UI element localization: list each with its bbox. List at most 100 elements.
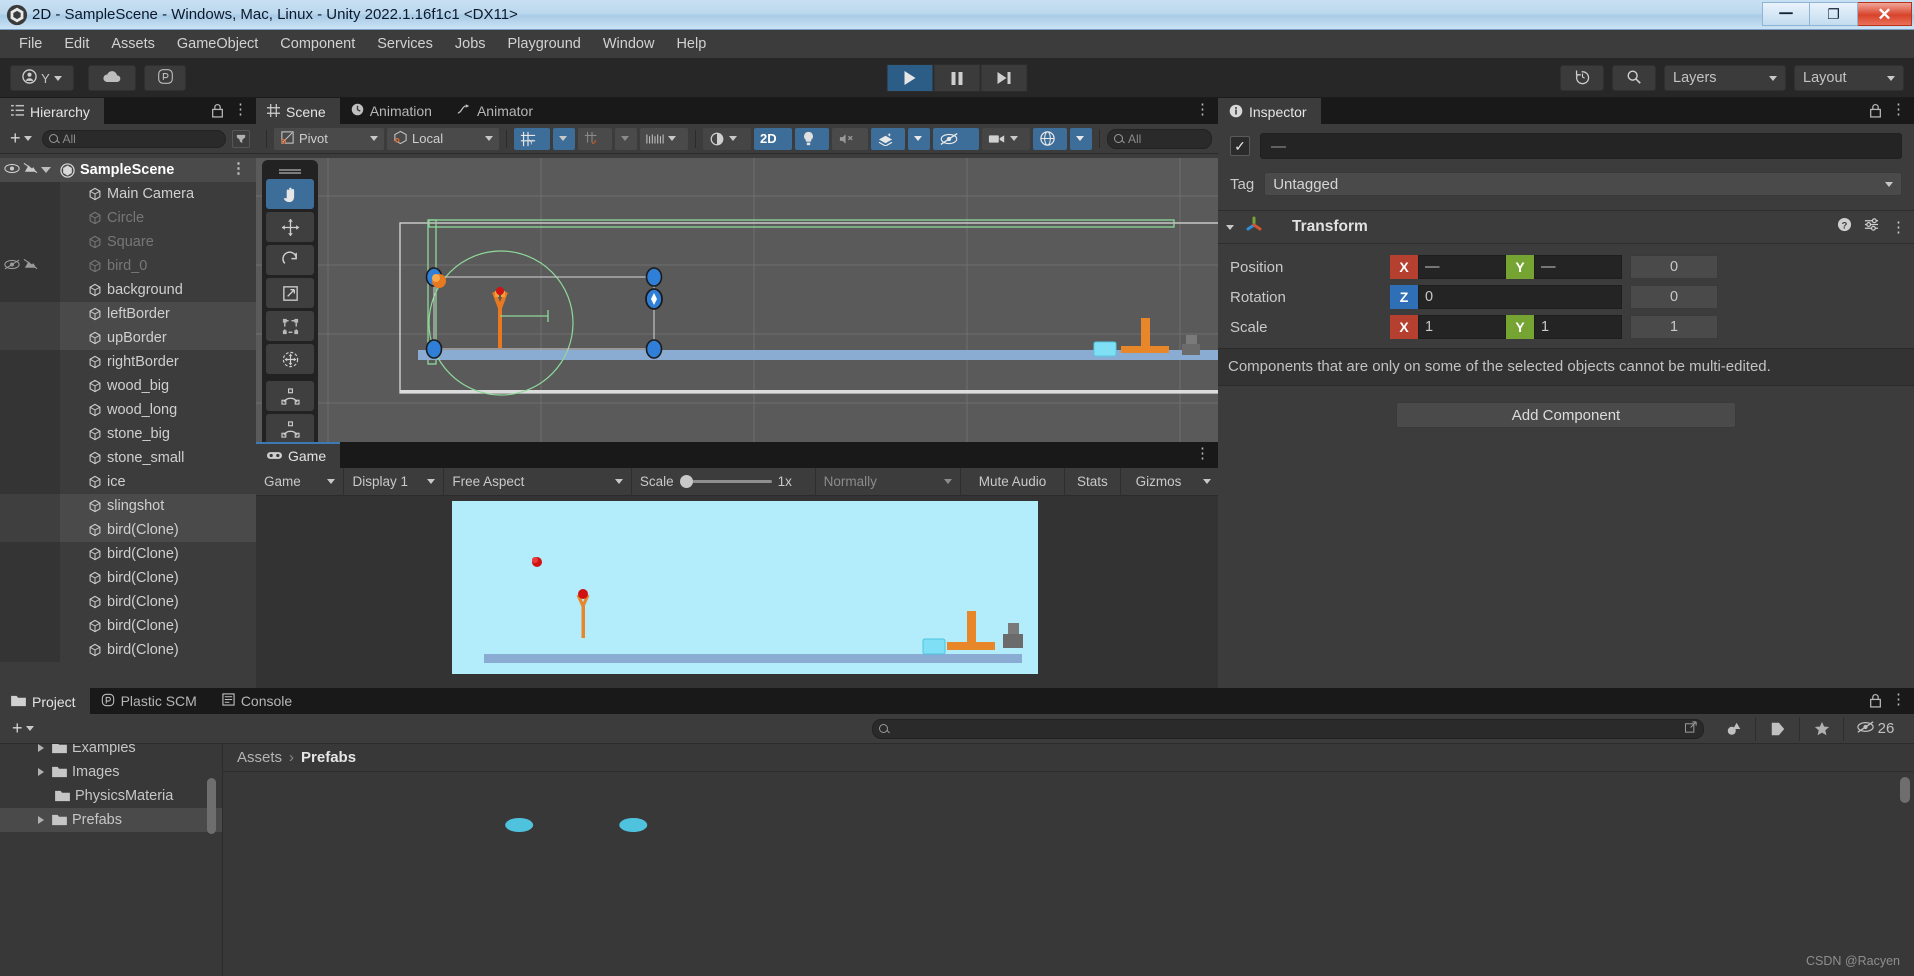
hierarchy-item-rightborder[interactable]: rightBorder — [0, 350, 256, 374]
hierarchy-lock-icon[interactable] — [211, 103, 224, 123]
cloud-button[interactable] — [88, 65, 136, 91]
hierarchy-item-leftborder[interactable]: leftBorder — [0, 302, 256, 326]
layout-dropdown[interactable]: Layout — [1794, 65, 1904, 91]
scene-viewport[interactable] — [256, 158, 1218, 442]
scene-lighting-toggle[interactable] — [795, 127, 829, 150]
tab-console[interactable]: Console — [211, 688, 306, 714]
palette-drag-handle[interactable] — [266, 166, 314, 176]
hierarchy-item-bird-clone[interactable]: bird(Clone) — [0, 614, 256, 638]
account-button[interactable]: Y — [10, 65, 74, 91]
hierarchy-item-main-camera[interactable]: Main Camera — [0, 182, 256, 206]
hierarchy-item-stone-big[interactable]: stone_big — [0, 422, 256, 446]
stats-toggle[interactable]: Stats — [1065, 467, 1121, 496]
menu-item-assets[interactable]: Assets — [100, 32, 166, 56]
expand-arrow-icon[interactable] — [41, 167, 51, 173]
project-lock-icon[interactable] — [1869, 693, 1882, 713]
scene-fx-dropdown[interactable] — [908, 127, 930, 150]
tab-hierarchy[interactable]: Hierarchy — [0, 98, 104, 124]
hierarchy-scene-root[interactable]: SampleScene ⋮ — [0, 158, 256, 182]
hierarchy-item-background[interactable]: background — [0, 278, 256, 302]
game-menu-button[interactable]: ⋮ — [1195, 446, 1210, 461]
hierarchy-item-bird-0[interactable]: bird_0 — [0, 254, 256, 278]
field-position-1[interactable]: — — [1418, 255, 1506, 279]
hierarchy-filter-button[interactable] — [232, 129, 250, 148]
snap-increment-dropdown[interactable] — [615, 127, 637, 150]
menu-item-playground[interactable]: Playground — [497, 32, 592, 56]
tab-animator[interactable]: Animator — [446, 98, 547, 124]
game-gizmos-dropdown[interactable] — [1196, 468, 1218, 496]
field-rotation-3[interactable]: 0 — [1630, 285, 1718, 309]
rect-tool-button[interactable] — [266, 311, 314, 341]
preset-icon[interactable] — [1864, 217, 1879, 237]
tab-animation[interactable]: Animation — [340, 98, 446, 124]
field-scale-2[interactable]: 1 — [1534, 315, 1622, 339]
custom-tool-2-button[interactable] — [266, 414, 314, 442]
create-asset-button[interactable]: + — [8, 718, 38, 739]
expand-arrow-icon[interactable] — [38, 816, 44, 824]
field-rotation-1[interactable]: 0 — [1418, 285, 1622, 309]
visibility-icon[interactable] — [4, 162, 20, 178]
inspector-menu-button[interactable]: ⋮ — [1891, 102, 1906, 117]
object-active-checkbox[interactable]: ✓ — [1230, 136, 1250, 156]
tab-plastic-scm[interactable]: Plastic SCM — [90, 688, 211, 714]
hierarchy-item-upborder[interactable]: upBorder — [0, 326, 256, 350]
asset-grid[interactable] — [223, 773, 1914, 976]
menu-item-jobs[interactable]: Jobs — [444, 32, 497, 56]
tab-inspector[interactable]: Inspector — [1218, 98, 1321, 124]
pivot-dropdown[interactable]: Pivot — [274, 127, 384, 150]
hierarchy-item-ice[interactable]: ice — [0, 470, 256, 494]
game-viewport[interactable] — [256, 496, 1218, 688]
hierarchy-menu-button[interactable]: ⋮ — [233, 102, 248, 117]
menu-item-help[interactable]: Help — [665, 32, 717, 56]
scale-tool-button[interactable] — [266, 278, 314, 308]
project-search-input[interactable] — [871, 718, 1705, 739]
scene-visibility-toggle[interactable] — [933, 127, 979, 150]
filter-by-type-button[interactable] — [1712, 716, 1757, 741]
pause-button[interactable] — [933, 64, 981, 92]
search-expand-icon[interactable] — [1684, 720, 1698, 737]
close-button[interactable]: ✕ — [1858, 2, 1912, 26]
scale-slider[interactable]: Scale 1x — [632, 467, 816, 496]
project-folder-examples[interactable]: Examples — [0, 744, 222, 760]
add-component-button[interactable]: Add Component — [1396, 402, 1736, 429]
create-object-button[interactable]: + — [6, 128, 36, 149]
scene-menu-button[interactable]: ⋮ — [1195, 102, 1210, 117]
menu-item-gameobject[interactable]: GameObject — [166, 32, 269, 56]
layers-dropdown[interactable]: Layers — [1664, 65, 1786, 91]
expand-arrow-icon[interactable] — [38, 768, 44, 776]
play-button[interactable] — [886, 64, 934, 92]
scene-search-input[interactable]: All — [1107, 128, 1212, 149]
plastic-scm-button[interactable] — [144, 65, 186, 91]
shading-mode-dropdown[interactable] — [703, 127, 751, 150]
space-dropdown[interactable]: Local — [387, 127, 499, 150]
gizmos-dropdown[interactable] — [1070, 127, 1092, 150]
project-folder-physicsmateria[interactable]: PhysicsMateria — [0, 784, 222, 808]
hierarchy-item-bird-clone[interactable]: bird(Clone) — [0, 518, 256, 542]
hierarchy-item-square[interactable]: Square — [0, 230, 256, 254]
menu-item-component[interactable]: Component — [269, 32, 366, 56]
collapse-arrow-icon[interactable] — [1226, 224, 1234, 230]
project-folder-images[interactable]: Images — [0, 760, 222, 784]
display-dropdown[interactable]: Display 1 — [344, 467, 445, 496]
scene-menu-button[interactable]: ⋮ — [231, 161, 246, 176]
menu-item-edit[interactable]: Edit — [53, 32, 100, 56]
inspector-lock-icon[interactable] — [1869, 103, 1882, 123]
field-scale-3[interactable]: 1 — [1630, 315, 1718, 339]
toggle-2d[interactable]: 2D — [754, 127, 792, 150]
aspect-dropdown[interactable]: Free Aspect — [444, 467, 632, 496]
hierarchy-item-stone-small[interactable]: stone_small — [0, 446, 256, 470]
field-scale-1[interactable]: 1 — [1418, 315, 1506, 339]
expand-arrow-icon[interactable] — [38, 744, 44, 752]
rotate-tool-button[interactable] — [266, 245, 314, 275]
field-position-2[interactable]: — — [1534, 255, 1622, 279]
tag-dropdown[interactable]: Untagged — [1264, 172, 1902, 196]
tab-scene[interactable]: Scene — [256, 98, 340, 124]
mute-audio-toggle[interactable]: Mute Audio — [961, 467, 1065, 496]
breadcrumb-prefabs[interactable]: Prefabs — [301, 749, 356, 766]
transform-component-header[interactable]: Transform ? ⋮ — [1218, 210, 1914, 244]
tab-game[interactable]: Game — [256, 442, 341, 468]
game-target-dropdown[interactable]: Game — [256, 467, 345, 496]
scene-audio-toggle[interactable] — [832, 127, 868, 150]
hierarchy-item-bird-clone[interactable]: bird(Clone) — [0, 638, 256, 662]
global-search-button[interactable] — [1612, 65, 1656, 91]
